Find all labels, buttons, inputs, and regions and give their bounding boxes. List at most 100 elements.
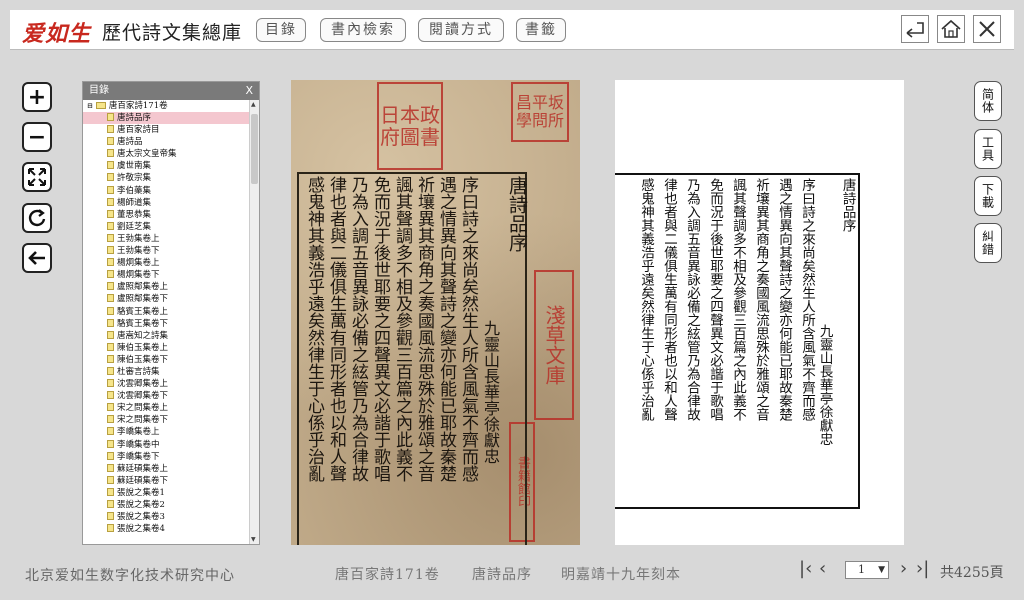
seal-stamp: 昌平坂學問所	[511, 82, 569, 142]
rotate-icon[interactable]	[22, 203, 52, 233]
toc-item[interactable]: 盧照鄰集卷上	[83, 281, 249, 293]
toc-item-label: 李嶠集卷上	[117, 427, 160, 438]
error-report-button[interactable]: 糾錯	[974, 223, 1002, 263]
page-select[interactable]: 1 ▼	[845, 561, 889, 579]
toc-item[interactable]: 唐嵩知之詩集	[83, 330, 249, 342]
document-icon	[107, 379, 114, 388]
document-icon	[107, 330, 114, 339]
transcription-column: 祈壤異其商角之奏國風流思殊於雅頌之音	[753, 178, 769, 421]
toc-item-label: 李伯藥集	[117, 185, 152, 196]
toc-item[interactable]: 盧照鄰集卷下	[83, 293, 249, 305]
footer-book-title: 唐百家詩171卷	[335, 567, 440, 583]
chevron-down-icon: ▼	[878, 565, 885, 575]
toc-item[interactable]: 董思恭集	[83, 209, 249, 221]
toc-item-label: 楊師道集	[117, 197, 152, 208]
download-button[interactable]: 下載	[974, 176, 1002, 216]
toc-item[interactable]: 宋之問集卷下	[83, 414, 249, 426]
seal-stamp: 日本政府圖書	[377, 82, 443, 170]
document-icon	[107, 306, 114, 315]
home-icon[interactable]	[937, 15, 965, 43]
simplified-chinese-button[interactable]: 简体	[974, 81, 1002, 121]
toc-item-label: 陳伯玉集卷下	[117, 354, 169, 365]
toc-item[interactable]: 張說之集卷3	[83, 511, 249, 523]
toc-item[interactable]: 李嶠集卷下	[83, 451, 249, 463]
tools-button[interactable]: 工具	[974, 129, 1002, 169]
toc-scroll-thumb[interactable]	[251, 114, 258, 184]
footer-organization: 北京爱如生数字化技术研究中心	[25, 568, 235, 584]
toc-item[interactable]: 王勃集卷下	[83, 245, 249, 257]
document-icon	[107, 197, 114, 206]
scan-author: 九靈山長華亭徐獻忠	[481, 320, 500, 464]
toc-item[interactable]: 張說之集卷1	[83, 487, 249, 499]
transcription-column: 免而況于後世耶要之四聲異文必諧于歌唱	[707, 178, 723, 421]
nav-bookmark-button[interactable]: 書籤	[516, 18, 566, 42]
zoom-in-icon[interactable]: +	[22, 82, 52, 112]
prev-page-icon[interactable]: ‹	[819, 558, 826, 579]
toc-item[interactable]: 李嶠集卷中	[83, 439, 249, 451]
toc-item[interactable]: 楊炯集卷下	[83, 269, 249, 281]
toc-item[interactable]: 陳伯玉集卷上	[83, 342, 249, 354]
toc-item-label: 許敬宗集	[117, 173, 152, 184]
next-page-icon[interactable]: ›	[900, 558, 907, 579]
toc-item[interactable]: 王勃集卷上	[83, 233, 249, 245]
toc-item[interactable]: 陳伯玉集卷下	[83, 354, 249, 366]
document-icon	[107, 451, 114, 460]
toc-item[interactable]: 蘇廷碩集卷下	[83, 475, 249, 487]
return-icon[interactable]	[901, 15, 929, 43]
footer-edition: 明嘉靖十九年刻本	[561, 567, 681, 583]
toc-item[interactable]: 李伯藥集	[83, 185, 249, 197]
toc-item-label: 駱賓王集卷下	[117, 318, 169, 329]
toc-item[interactable]: 駱賓王集卷下	[83, 318, 249, 330]
collapse-icon[interactable]: ⊟	[87, 102, 93, 110]
toc-item[interactable]: 劉廷芝集	[83, 221, 249, 233]
toc-item-label: 張說之集卷2	[117, 500, 165, 510]
toc-item-label: 沈雲卿集卷下	[117, 391, 169, 402]
document-icon	[107, 475, 114, 484]
footer-chapter: 唐詩品序	[472, 567, 532, 583]
nav-toc-button[interactable]: 目錄	[256, 18, 306, 42]
toc-item[interactable]: 沈雲卿集卷上	[83, 378, 249, 390]
document-icon	[107, 403, 114, 412]
document-icon	[107, 209, 114, 218]
toc-item[interactable]: 沈雲卿集卷下	[83, 390, 249, 402]
scroll-up-icon[interactable]: ▲	[251, 101, 256, 108]
last-page-icon[interactable]: ›|	[916, 558, 929, 579]
toc-item[interactable]: 楊師道集	[83, 197, 249, 209]
toc-item[interactable]: 楊炯集卷上	[83, 257, 249, 269]
scroll-down-icon[interactable]: ▼	[251, 536, 256, 543]
toc-item[interactable]: 唐百家詩目	[83, 124, 249, 136]
toc-item[interactable]: 蘇廷碩集卷上	[83, 463, 249, 475]
toc-item[interactable]: 李嶠集卷上	[83, 426, 249, 438]
toc-item[interactable]: 杜審言詩集	[83, 366, 249, 378]
document-icon	[107, 512, 114, 521]
scan-text-column: 祈壤異其商角之奏國風流思殊於雅頌之音	[414, 176, 434, 482]
toc-item[interactable]: 虞世南集	[83, 160, 249, 172]
first-page-icon[interactable]: |‹	[799, 558, 812, 579]
transcription-column: 遇之情異向其聲詩之變亦何能已耶故秦楚	[776, 178, 792, 421]
toc-item[interactable]: 唐詩品	[83, 136, 249, 148]
toc-item[interactable]: 宋之問集卷上	[83, 402, 249, 414]
toc-close-button[interactable]: X	[245, 82, 253, 100]
toc-item[interactable]: 張說之集卷2	[83, 499, 249, 511]
zoom-out-icon[interactable]: −	[22, 122, 52, 152]
toc-item[interactable]: 駱賓王集卷上	[83, 306, 249, 318]
document-icon	[107, 137, 114, 146]
toc-item-label: 王勃集卷上	[117, 233, 160, 244]
toc-root[interactable]: ⊟ 唐百家詩171卷	[83, 100, 249, 112]
scan-text-column: 乃為入調五音異詠必備之絃管乃為合律故	[348, 176, 368, 482]
toc-item-label: 王勃集卷下	[117, 246, 160, 257]
nav-search-button[interactable]: 書內檢索	[320, 18, 406, 42]
toc-item-label: 唐嵩知之詩集	[117, 330, 169, 341]
toc-item[interactable]: 唐太宗文皇帝集	[83, 148, 249, 160]
toc-item[interactable]: 許敬宗集	[83, 172, 249, 184]
close-icon[interactable]	[973, 15, 1001, 43]
scan-text-column: 諷其聲調多不相及參觀三百篇之內此義不	[392, 176, 412, 482]
fit-screen-icon[interactable]	[22, 162, 52, 192]
toc-scrollbar[interactable]: ▲ ▼	[249, 100, 259, 544]
nav-reading-mode-button[interactable]: 閱讀方式	[418, 18, 504, 42]
toc-item[interactable]: 張說之集卷4	[83, 523, 249, 535]
toc-item[interactable]: 唐詩品序	[83, 112, 249, 125]
transcription-page: 唐詩品序 九靈山長華亭徐獻忠 序曰詩之來尚矣然生人所含風氣不齊而感 遇之情異向其聲…	[615, 80, 904, 545]
back-arrow-icon[interactable]	[22, 243, 52, 273]
scan-title: 唐詩品序	[506, 176, 528, 252]
